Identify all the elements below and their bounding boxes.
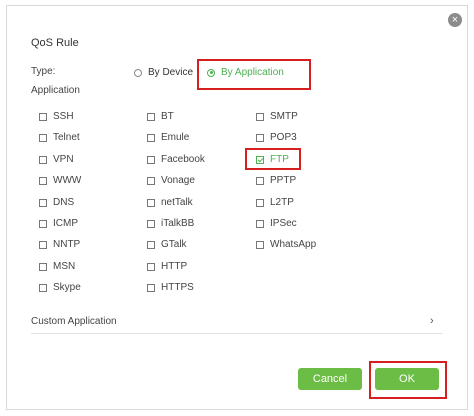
- checkbox-label: Facebook: [161, 154, 205, 165]
- checkbox-icon: [39, 176, 47, 185]
- checkbox-label: IPSec: [270, 218, 297, 229]
- checkbox-whatsapp[interactable]: WhatsApp: [256, 239, 316, 250]
- checkbox-pop3[interactable]: POP3: [256, 132, 297, 143]
- close-icon[interactable]: ×: [448, 13, 462, 27]
- checkbox-icon: [39, 219, 47, 228]
- checkbox-italkbb[interactable]: iTalkBB: [147, 218, 194, 229]
- checkbox-label: WWW: [53, 175, 82, 186]
- chevron-right-icon[interactable]: ›: [430, 315, 434, 327]
- checkbox-ipsec[interactable]: IPSec: [256, 218, 297, 229]
- checkbox-l2tp[interactable]: L2TP: [256, 197, 294, 208]
- checkbox-label: PPTP: [270, 175, 297, 186]
- checkbox-vpn[interactable]: VPN: [39, 154, 74, 165]
- highlight-ftp: [245, 148, 301, 170]
- checkbox-icon: [147, 176, 155, 185]
- checkbox-icon: [147, 283, 155, 292]
- highlight-ok: [369, 361, 447, 399]
- checkbox-icon: [147, 112, 155, 121]
- checkbox-icon: [147, 240, 155, 249]
- radio-by-device[interactable]: By Device: [134, 67, 193, 78]
- checkbox-pptp[interactable]: PPTP: [256, 175, 296, 186]
- radio-by-device-label: By Device: [148, 67, 194, 78]
- checkbox-icon: [256, 219, 264, 228]
- checkbox-skype[interactable]: Skype: [39, 282, 81, 293]
- checkbox-icon: [256, 133, 264, 142]
- checkbox-emule[interactable]: Emule: [147, 132, 189, 143]
- checkbox-icon: [39, 283, 47, 292]
- checkbox-https[interactable]: HTTPS: [147, 282, 194, 293]
- checkbox-label: POP3: [270, 132, 297, 143]
- checkbox-icon: [39, 155, 47, 164]
- checkbox-nettalk[interactable]: netTalk: [147, 197, 193, 208]
- custom-application-row[interactable]: Custom Application: [31, 316, 117, 327]
- checkbox-gtalk[interactable]: GTalk: [147, 239, 187, 250]
- checkbox-label: SMTP: [270, 111, 298, 122]
- checkbox-smtp[interactable]: SMTP: [256, 111, 298, 122]
- radio-button-icon: [134, 68, 142, 77]
- checkbox-ssh[interactable]: SSH: [39, 111, 74, 122]
- checkbox-icon: [39, 133, 47, 142]
- checkbox-label: GTalk: [161, 239, 187, 250]
- application-label: Application: [31, 85, 80, 96]
- checkbox-label: Vonage: [161, 175, 195, 186]
- checkbox-icon: [256, 240, 264, 249]
- checkbox-icon: [147, 262, 155, 271]
- checkbox-label: Skype: [53, 282, 81, 293]
- checkbox-icon: [147, 219, 155, 228]
- cancel-button[interactable]: Cancel: [298, 368, 362, 390]
- checkbox-label: VPN: [53, 154, 74, 165]
- checkbox-bt[interactable]: BT: [147, 111, 174, 122]
- checkbox-label: BT: [161, 111, 174, 122]
- checkbox-nntp[interactable]: NNTP: [39, 239, 80, 250]
- checkbox-icon: [39, 198, 47, 207]
- checkbox-vonage[interactable]: Vonage: [147, 175, 195, 186]
- checkbox-label: iTalkBB: [161, 218, 195, 229]
- type-label: Type:: [31, 66, 56, 77]
- checkbox-http[interactable]: HTTP: [147, 261, 187, 272]
- checkbox-label: netTalk: [161, 197, 193, 208]
- checkbox-label: DNS: [53, 197, 75, 208]
- checkbox-icon: [39, 240, 47, 249]
- checkbox-label: NNTP: [53, 239, 81, 250]
- checkbox-label: HTTP: [161, 261, 188, 272]
- checkbox-icon: [256, 176, 264, 185]
- checkbox-label: SSH: [53, 111, 74, 122]
- checkbox-icon: [147, 133, 155, 142]
- checkbox-icmp[interactable]: ICMP: [39, 218, 78, 229]
- checkbox-icon: [256, 198, 264, 207]
- checkbox-label: HTTPS: [161, 282, 194, 293]
- checkbox-facebook[interactable]: Facebook: [147, 154, 205, 165]
- checkbox-label: L2TP: [270, 197, 294, 208]
- dialog-title: QoS Rule: [31, 37, 79, 49]
- checkbox-dns[interactable]: DNS: [39, 197, 74, 208]
- checkbox-label: ICMP: [53, 218, 78, 229]
- divider: [31, 333, 443, 334]
- checkbox-label: Emule: [161, 132, 190, 143]
- checkbox-icon: [147, 198, 155, 207]
- checkbox-label: MSN: [53, 261, 76, 272]
- checkbox-label: WhatsApp: [270, 239, 317, 250]
- highlight-by-application: [197, 59, 311, 90]
- checkbox-www[interactable]: WWW: [39, 175, 81, 186]
- checkbox-msn[interactable]: MSN: [39, 261, 75, 272]
- checkbox-icon: [39, 262, 47, 271]
- checkbox-icon: [39, 112, 47, 121]
- checkbox-telnet[interactable]: Telnet: [39, 132, 80, 143]
- checkbox-icon: [256, 112, 264, 121]
- checkbox-icon: [147, 155, 155, 164]
- checkbox-label: Telnet: [53, 132, 80, 143]
